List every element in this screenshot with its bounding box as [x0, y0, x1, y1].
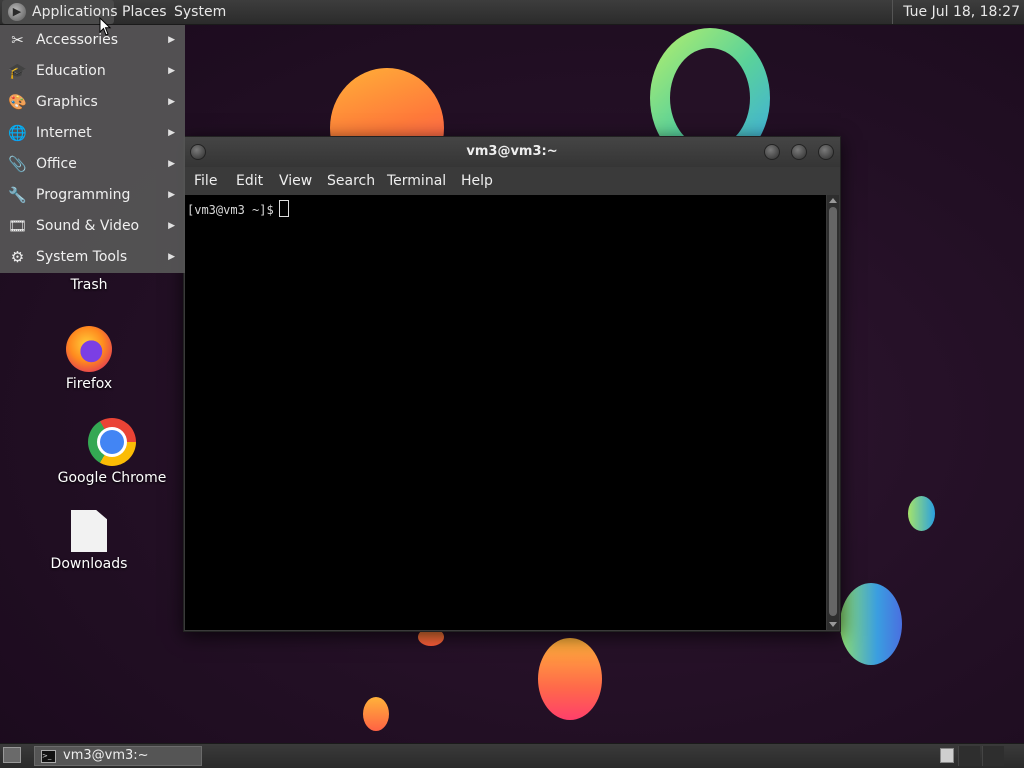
terminal-output[interactable]: [vm3@vm3 ~]$ — [185, 195, 826, 630]
submenu-arrow-icon: ▶ — [168, 159, 175, 169]
desktop-icon-chrome[interactable]: Google Chrome — [52, 418, 172, 486]
prompt-text: [vm3@vm3 ~]$ — [187, 203, 274, 217]
system-tools-icon: ⚙ — [10, 248, 25, 266]
menu-file[interactable]: File — [190, 167, 221, 195]
menu-item-label: Graphics — [36, 94, 98, 110]
minimize-button[interactable] — [764, 144, 780, 160]
desktop-icon-trash[interactable]: Trash — [40, 277, 138, 293]
menu-item-internet[interactable]: 🌐 Internet ▶ — [0, 118, 185, 149]
show-desktop-button[interactable] — [3, 747, 21, 763]
menu-search[interactable]: Search — [323, 167, 379, 195]
chrome-label: Google Chrome — [57, 470, 167, 486]
accessories-icon: ✂ — [11, 31, 24, 49]
terminal-window: vm3@vm3:~ File Edit View Search Terminal… — [183, 136, 841, 632]
submenu-arrow-icon: ▶ — [168, 190, 175, 200]
system-menu-button[interactable]: System — [168, 0, 232, 24]
wallpaper-bubble — [908, 496, 935, 531]
menu-item-system-tools[interactable]: ⚙ System Tools ▶ — [0, 242, 185, 273]
scroll-down-icon[interactable] — [829, 622, 837, 627]
terminal-menubar: File Edit View Search Terminal Help — [184, 167, 840, 195]
taskbar-item-label: vm3@vm3:~ — [63, 748, 149, 763]
terminal-icon: >_ — [41, 750, 56, 763]
menu-item-label: Sound & Video — [36, 218, 140, 234]
desktop: ▶ Applications Places System Tue Jul 18,… — [0, 0, 1024, 768]
chrome-icon — [88, 418, 136, 466]
mouse-pointer-icon — [99, 17, 112, 36]
submenu-arrow-icon: ▶ — [168, 128, 175, 138]
wallpaper-bubble — [538, 638, 602, 720]
bottom-panel: >_ vm3@vm3:~ — [0, 743, 1024, 768]
downloads-label: Downloads — [50, 556, 128, 572]
submenu-arrow-icon: ▶ — [168, 66, 175, 76]
scroll-up-icon[interactable] — [829, 198, 837, 203]
workspace-switcher-2[interactable] — [958, 746, 980, 766]
menu-item-education[interactable]: 🎓 Education ▶ — [0, 56, 185, 87]
submenu-arrow-icon: ▶ — [168, 252, 175, 262]
workspace-switcher-1[interactable] — [940, 748, 954, 763]
desktop-icon-firefox[interactable]: Firefox — [40, 326, 138, 392]
workspace-switcher-3[interactable] — [982, 746, 1004, 766]
programming-icon: 🔧 — [8, 186, 27, 204]
menu-item-label: Programming — [36, 187, 131, 203]
firefox-icon — [66, 326, 112, 372]
places-menu-label: Places — [122, 4, 167, 20]
menu-item-graphics[interactable]: 🎨 Graphics ▶ — [0, 87, 185, 118]
submenu-arrow-icon: ▶ — [168, 35, 175, 45]
applications-icon: ▶ — [8, 3, 26, 21]
applications-menu-button[interactable]: ▶ Applications — [2, 0, 118, 24]
menu-item-programming[interactable]: 🔧 Programming ▶ — [0, 180, 185, 211]
terminal-titlebar[interactable]: vm3@vm3:~ — [184, 137, 840, 167]
top-panel: ▶ Applications Places System Tue Jul 18,… — [0, 0, 1024, 25]
terminal-prompt-line: [vm3@vm3 ~]$ — [187, 200, 289, 217]
graphics-icon: 🎨 — [8, 93, 27, 111]
menu-item-sound-video[interactable]: 🎞 Sound & Video ▶ — [0, 211, 185, 242]
menu-terminal[interactable]: Terminal — [383, 167, 450, 195]
menu-view[interactable]: View — [275, 167, 316, 195]
menu-edit[interactable]: Edit — [232, 167, 267, 195]
submenu-arrow-icon: ▶ — [168, 221, 175, 231]
menu-item-label: Internet — [36, 125, 92, 141]
terminal-scrollbar[interactable] — [827, 195, 839, 630]
internet-icon: 🌐 — [8, 124, 27, 142]
menu-help[interactable]: Help — [457, 167, 497, 195]
applications-dropdown: ✂ Accessories ▶ 🎓 Education ▶ 🎨 Graphics… — [0, 25, 185, 273]
menu-item-label: Education — [36, 63, 106, 79]
trash-label: Trash — [70, 277, 108, 293]
file-icon — [71, 510, 107, 552]
taskbar-item-terminal[interactable]: >_ vm3@vm3:~ — [34, 746, 202, 766]
wallpaper-bubble — [840, 583, 902, 665]
firefox-label: Firefox — [65, 376, 113, 392]
menu-item-accessories[interactable]: ✂ Accessories ▶ — [0, 25, 185, 56]
system-menu-label: System — [174, 4, 227, 20]
desktop-icon-downloads[interactable]: Downloads — [40, 510, 138, 572]
text-cursor — [278, 200, 289, 217]
scrollbar-thumb[interactable] — [829, 207, 837, 616]
maximize-button[interactable] — [791, 144, 807, 160]
menu-item-label: System Tools — [36, 249, 128, 265]
menu-item-office[interactable]: 📎 Office ▶ — [0, 149, 185, 180]
menu-item-label: Office — [36, 156, 77, 172]
window-title: vm3@vm3:~ — [466, 144, 558, 159]
wallpaper-bubble — [363, 697, 389, 731]
places-menu-button[interactable]: Places — [116, 0, 173, 24]
sound-video-icon: 🎞 — [7, 217, 28, 235]
education-icon: 🎓 — [8, 62, 27, 80]
submenu-arrow-icon: ▶ — [168, 97, 175, 107]
office-icon: 📎 — [8, 155, 27, 173]
close-button[interactable] — [818, 144, 834, 160]
clock[interactable]: Tue Jul 18, 18:27 — [892, 0, 1020, 24]
